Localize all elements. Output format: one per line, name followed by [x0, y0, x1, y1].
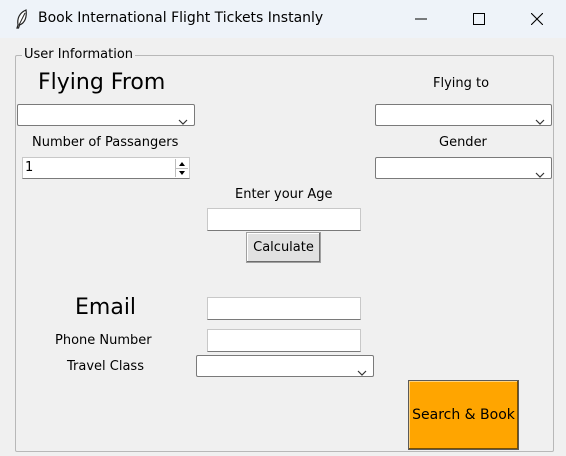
spin-down-button[interactable]: [176, 168, 188, 177]
passengers-value: 1: [25, 160, 34, 175]
close-icon: [530, 10, 544, 29]
chevron-down-icon: [535, 164, 545, 178]
window-title: Book International Flight Tickets Instan…: [38, 10, 324, 26]
email-input[interactable]: [207, 297, 361, 320]
flying-from-label: Flying From: [38, 70, 166, 95]
chevron-down-icon: [178, 111, 188, 125]
phone-label: Phone Number: [55, 333, 152, 348]
maximize-icon: [473, 10, 485, 29]
passengers-label: Number of Passangers: [32, 135, 179, 150]
maximize-button[interactable]: [450, 0, 508, 38]
travel-class-combobox[interactable]: [196, 355, 374, 377]
spinbox-buttons: [175, 159, 188, 177]
phone-input[interactable]: [207, 329, 361, 352]
search-book-button[interactable]: Search & Book: [408, 380, 519, 450]
gender-combobox[interactable]: [375, 157, 552, 179]
age-label: Enter your Age: [235, 187, 333, 202]
flying-to-label: Flying to: [433, 76, 490, 91]
flying-to-combobox[interactable]: [375, 104, 552, 126]
frame-label: User Information: [22, 47, 136, 62]
chevron-down-icon: [357, 362, 367, 376]
title-bar: Book International Flight Tickets Instan…: [0, 0, 566, 38]
close-button[interactable]: [508, 0, 566, 38]
flying-from-combobox[interactable]: [17, 104, 195, 126]
age-input[interactable]: [207, 208, 361, 231]
minimize-icon: [415, 10, 427, 29]
travel-class-label: Travel Class: [67, 359, 144, 374]
passengers-spinbox[interactable]: 1: [22, 157, 190, 179]
chevron-down-icon: [535, 111, 545, 125]
minimize-button[interactable]: [392, 0, 450, 38]
calculate-button[interactable]: Calculate: [246, 232, 321, 263]
email-label: Email: [75, 295, 137, 320]
gender-label: Gender: [439, 135, 487, 150]
feather-icon: [14, 9, 30, 29]
